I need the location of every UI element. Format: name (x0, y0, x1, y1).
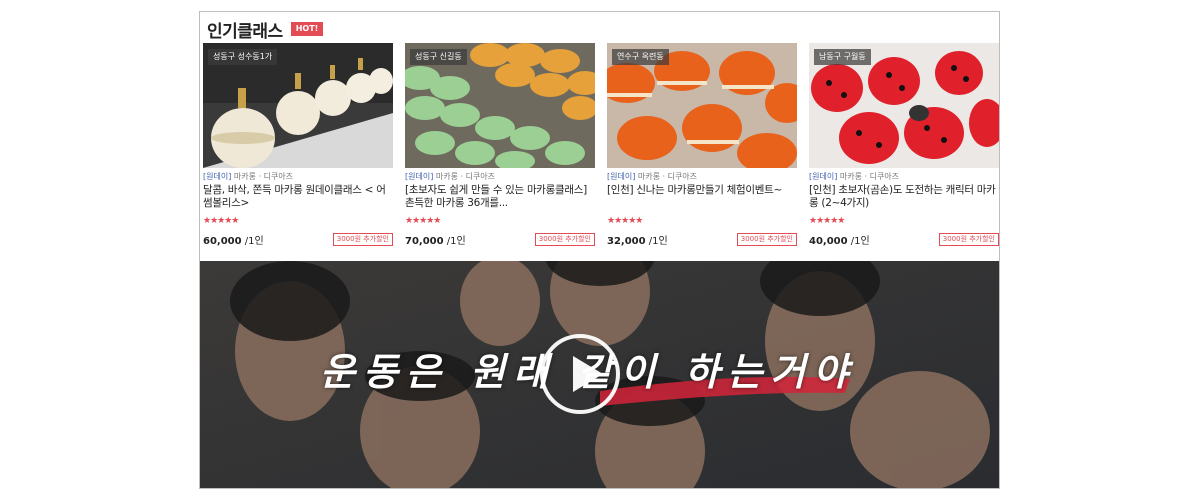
discount-badge: 3000원 추가할인 (534, 233, 595, 246)
class-price: 40,000 /1인 (809, 232, 870, 247)
class-title[interactable]: [인천] 신나는 마카롱만들기 체험이벤트~ (607, 184, 797, 197)
class-title[interactable]: [인천] 초보자(곰손)도 도전하는 캐릭터 마카롱 (2~4가지) (809, 184, 999, 210)
category-text: 마카롱 · 디쿠아즈 (635, 172, 698, 181)
section-header: 인기클래스 HOT! (207, 17, 324, 42)
location-tag: 연수구 옥련동 (612, 49, 669, 65)
class-card[interactable]: 성동구 신길동 [원데이] 마카롱 · 디쿠아즈 [초보자도 쉽게 만들 수 있… (405, 43, 595, 250)
location-tag: 남동구 구월동 (814, 49, 871, 65)
star-rating: ★★★★★ (809, 216, 845, 226)
promo-video[interactable]: 운동은 원래 같이 하는거야 (200, 261, 999, 488)
section-title: 인기클래스 (207, 21, 283, 42)
price-unit: /1인 (847, 236, 870, 247)
location-tag: 성동구 신길동 (410, 49, 467, 65)
class-card[interactable]: 남동구 구월동 [원데이] 마카롱 · 디쿠아즈 [인천] 초보자(곰손)도 도… (809, 43, 999, 250)
class-title[interactable]: [초보자도 쉽게 만들 수 있는 마카롱클래스]촌득한 마카롱 36개를... (405, 184, 595, 210)
price-unit: /1인 (443, 236, 466, 247)
class-category: [원데이] 마카롱 · 디쿠아즈 (405, 171, 495, 182)
discount-badge: 3000원 추가할인 (332, 233, 393, 246)
class-thumbnail[interactable]: 성동구 신길동 (405, 43, 595, 168)
category-text: 마카롱 · 디쿠아즈 (837, 172, 900, 181)
class-thumbnail[interactable]: 연수구 옥련동 (607, 43, 797, 168)
class-price: 32,000 /1인 (607, 232, 668, 247)
class-card-list: 성동구 성수동1가 [원데이] 마카롱 · 디쿠아즈 달콤, 바삭, 쫀득 마카… (203, 43, 999, 250)
location-tag: 성동구 성수동1가 (208, 49, 278, 65)
price-value: 70,000 (405, 236, 444, 247)
class-thumbnail[interactable]: 남동구 구월동 (809, 43, 999, 168)
price-value: 60,000 (203, 236, 242, 247)
price-value: 32,000 (607, 236, 646, 247)
class-type-tag: [원데이] (203, 172, 232, 181)
class-type-tag: [원데이] (405, 172, 434, 181)
price-unit: /1인 (645, 236, 668, 247)
popular-class-panel: 인기클래스 HOT! 성동구 성수동1가 [원데이] 마카롱 · 디쿠아즈 달콤… (199, 11, 1000, 489)
class-type-tag: [원데이] (607, 172, 636, 181)
class-card[interactable]: 성동구 성수동1가 [원데이] 마카롱 · 디쿠아즈 달콤, 바삭, 쫀득 마카… (203, 43, 393, 250)
play-button[interactable] (540, 334, 620, 414)
class-title[interactable]: 달콤, 바삭, 쫀득 마카롱 원데이클래스 < 어썸볼리스> (203, 184, 393, 210)
class-card[interactable]: 연수구 옥련동 [원데이] 마카롱 · 디쿠아즈 [인천] 신나는 마카롱만들기… (607, 43, 797, 250)
discount-badge: 3000원 추가할인 (938, 233, 999, 246)
discount-badge: 3000원 추가할인 (736, 233, 797, 246)
class-price: 60,000 /1인 (203, 232, 264, 247)
class-category: [원데이] 마카롱 · 디쿠아즈 (809, 171, 899, 182)
class-category: [원데이] 마카롱 · 디쿠아즈 (607, 171, 697, 182)
category-text: 마카롱 · 디쿠아즈 (231, 172, 294, 181)
category-text: 마카롱 · 디쿠아즈 (433, 172, 496, 181)
play-icon (573, 356, 603, 392)
class-thumbnail[interactable]: 성동구 성수동1가 (203, 43, 393, 168)
price-value: 40,000 (809, 236, 848, 247)
price-unit: /1인 (241, 236, 264, 247)
star-rating: ★★★★★ (405, 216, 441, 226)
class-type-tag: [원데이] (809, 172, 838, 181)
hot-badge: HOT! (290, 22, 324, 36)
class-price: 70,000 /1인 (405, 232, 466, 247)
class-category: [원데이] 마카롱 · 디쿠아즈 (203, 171, 293, 182)
star-rating: ★★★★★ (607, 216, 643, 226)
star-rating: ★★★★★ (203, 216, 239, 226)
